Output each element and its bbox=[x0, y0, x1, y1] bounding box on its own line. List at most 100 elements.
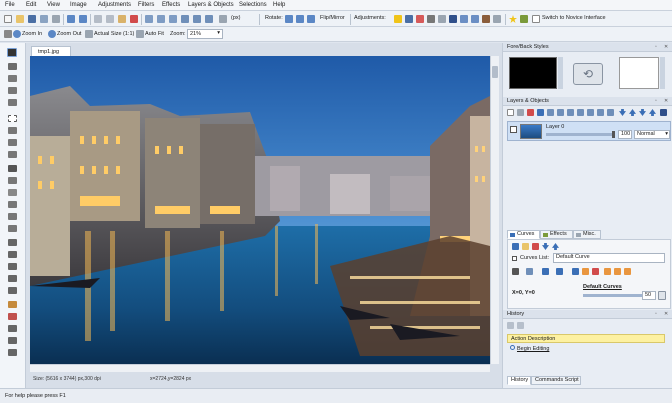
history-item[interactable]: Begin Editing bbox=[507, 344, 665, 353]
invert-icon[interactable] bbox=[449, 15, 457, 23]
undo-icon[interactable] bbox=[67, 15, 75, 23]
save-icon[interactable] bbox=[28, 15, 36, 23]
lock-icon[interactable] bbox=[597, 109, 604, 116]
curve-copy-icon[interactable] bbox=[604, 268, 611, 275]
foreground-style-toggle[interactable] bbox=[558, 57, 563, 89]
layer-name[interactable]: Layer 0 bbox=[546, 124, 564, 130]
background-style-toggle[interactable] bbox=[660, 57, 665, 89]
shape-tool-icon[interactable] bbox=[8, 189, 17, 196]
color-balance-icon[interactable] bbox=[416, 15, 424, 23]
zoom-in-icon[interactable] bbox=[13, 30, 21, 38]
merge-layer-icon[interactable] bbox=[547, 109, 554, 116]
pin-icon[interactable]: ▫ bbox=[655, 44, 657, 50]
curve-remove-icon[interactable] bbox=[592, 268, 599, 275]
resize-icon[interactable] bbox=[157, 15, 165, 23]
menu-edit[interactable]: Edit bbox=[26, 2, 36, 8]
actual-size-icon[interactable] bbox=[85, 30, 93, 38]
swap-colors-button[interactable]: ⟲ bbox=[573, 63, 603, 85]
close-icon[interactable]: ✕ bbox=[664, 98, 668, 104]
load-curve-icon[interactable] bbox=[522, 243, 529, 250]
curve-add-icon[interactable] bbox=[556, 268, 563, 275]
menu-view[interactable]: View bbox=[47, 2, 60, 8]
curve-value-input[interactable]: 50 bbox=[642, 291, 656, 300]
cut-icon[interactable] bbox=[94, 15, 102, 23]
select-all-icon[interactable] bbox=[181, 15, 189, 23]
hue-icon[interactable] bbox=[460, 15, 468, 23]
image-canvas[interactable] bbox=[30, 56, 490, 364]
transform-icon[interactable] bbox=[205, 15, 213, 23]
tab-history[interactable]: History bbox=[507, 376, 531, 385]
copy-icon[interactable] bbox=[106, 15, 114, 23]
zoom-out-icon[interactable] bbox=[48, 30, 56, 38]
menu-help[interactable]: Help bbox=[273, 2, 285, 8]
auto-fit-button[interactable]: Auto Fit bbox=[145, 31, 164, 37]
pointer-tool-icon[interactable] bbox=[7, 48, 17, 57]
move-up-arrow-icon[interactable] bbox=[629, 109, 636, 116]
canvas-size-icon[interactable] bbox=[169, 15, 177, 23]
rect-select-icon[interactable] bbox=[8, 115, 17, 122]
move-top-arrow-icon[interactable] bbox=[649, 109, 656, 116]
curve-down-icon[interactable] bbox=[542, 243, 549, 250]
layer-mask-icon[interactable] bbox=[567, 109, 574, 116]
menu-selections[interactable]: Selections bbox=[239, 2, 267, 8]
curve-settings-icon[interactable] bbox=[542, 268, 549, 275]
paste-icon[interactable] bbox=[118, 15, 126, 23]
layer-visibility-icon[interactable] bbox=[510, 126, 517, 133]
tab-effects[interactable]: Effects bbox=[540, 230, 573, 239]
eyedropper-icon[interactable] bbox=[8, 151, 17, 158]
link-icon[interactable] bbox=[607, 109, 614, 116]
units-icon[interactable] bbox=[219, 15, 227, 23]
curve-tool-icon[interactable] bbox=[526, 268, 533, 275]
flip-mirror-label[interactable]: Flip/Mirror bbox=[320, 15, 345, 21]
curve-stepper[interactable] bbox=[658, 291, 666, 300]
duplicate-layer-icon[interactable] bbox=[517, 109, 524, 116]
vertical-scroll-thumb[interactable] bbox=[492, 66, 498, 78]
foreground-color-swatch[interactable] bbox=[509, 57, 557, 89]
hand-tool-icon[interactable] bbox=[8, 87, 17, 94]
deselect-icon[interactable] bbox=[193, 15, 201, 23]
delete-curve-icon[interactable] bbox=[532, 243, 539, 250]
tab-misc[interactable]: Misc. bbox=[573, 230, 601, 239]
opacity-slider-thumb[interactable] bbox=[612, 131, 615, 138]
magic-wand-icon[interactable] bbox=[8, 139, 17, 146]
pen-tool-icon[interactable] bbox=[8, 201, 17, 208]
opacity-slider-track[interactable] bbox=[546, 133, 614, 136]
crop-icon[interactable] bbox=[145, 15, 153, 23]
move-bottom-arrow-icon[interactable] bbox=[639, 109, 646, 116]
crop-tool-icon[interactable] bbox=[8, 99, 17, 106]
blur-tool-icon[interactable] bbox=[8, 287, 17, 294]
rotate-left-icon[interactable] bbox=[285, 15, 293, 23]
menu-effects[interactable]: Effects bbox=[162, 2, 180, 8]
curve-up-icon[interactable] bbox=[552, 243, 559, 250]
curve-reset-icon[interactable] bbox=[582, 268, 589, 275]
gradient-tool-icon[interactable] bbox=[8, 213, 17, 220]
dodge-tool-icon[interactable] bbox=[8, 337, 17, 344]
blend-mode-select[interactable]: Normal ▾ bbox=[634, 130, 670, 139]
menu-filters[interactable]: Filters bbox=[138, 2, 154, 8]
close-icon[interactable]: ✕ bbox=[664, 311, 668, 317]
opacity-input[interactable]: 100 bbox=[618, 130, 632, 139]
zoom-select[interactable]: 21% ▾ bbox=[187, 29, 223, 39]
rotate-right-icon[interactable] bbox=[296, 15, 304, 23]
tab-curves[interactable]: Curves bbox=[507, 230, 540, 239]
open-folder-icon[interactable] bbox=[16, 15, 24, 23]
star-icon[interactable] bbox=[509, 15, 517, 23]
menu-file[interactable]: File bbox=[5, 2, 15, 8]
fill-tool-icon[interactable] bbox=[8, 225, 17, 232]
menu-adjustments[interactable]: Adjustments bbox=[98, 2, 131, 8]
units-label[interactable]: (px) bbox=[231, 15, 240, 21]
actual-size-button[interactable]: Actual Size (1:1) bbox=[94, 31, 134, 37]
levels-icon[interactable] bbox=[405, 15, 413, 23]
red-eye-tool-icon[interactable] bbox=[8, 325, 17, 332]
history-redo-icon[interactable] bbox=[517, 322, 524, 329]
save-as-icon[interactable] bbox=[40, 15, 48, 23]
redo-icon[interactable] bbox=[79, 15, 87, 23]
auto-fix-icon[interactable] bbox=[493, 15, 501, 23]
menu-layers-objects[interactable]: Layers & Objects bbox=[188, 2, 234, 8]
horizontal-scrollbar[interactable] bbox=[30, 364, 490, 372]
zoom-tool-icon[interactable] bbox=[8, 63, 17, 70]
saturation-icon[interactable] bbox=[471, 15, 479, 23]
layer-properties-icon[interactable] bbox=[537, 109, 544, 116]
group-icon[interactable] bbox=[587, 109, 594, 116]
switch-novice-button[interactable]: Switch to Novice Interface bbox=[542, 15, 606, 21]
